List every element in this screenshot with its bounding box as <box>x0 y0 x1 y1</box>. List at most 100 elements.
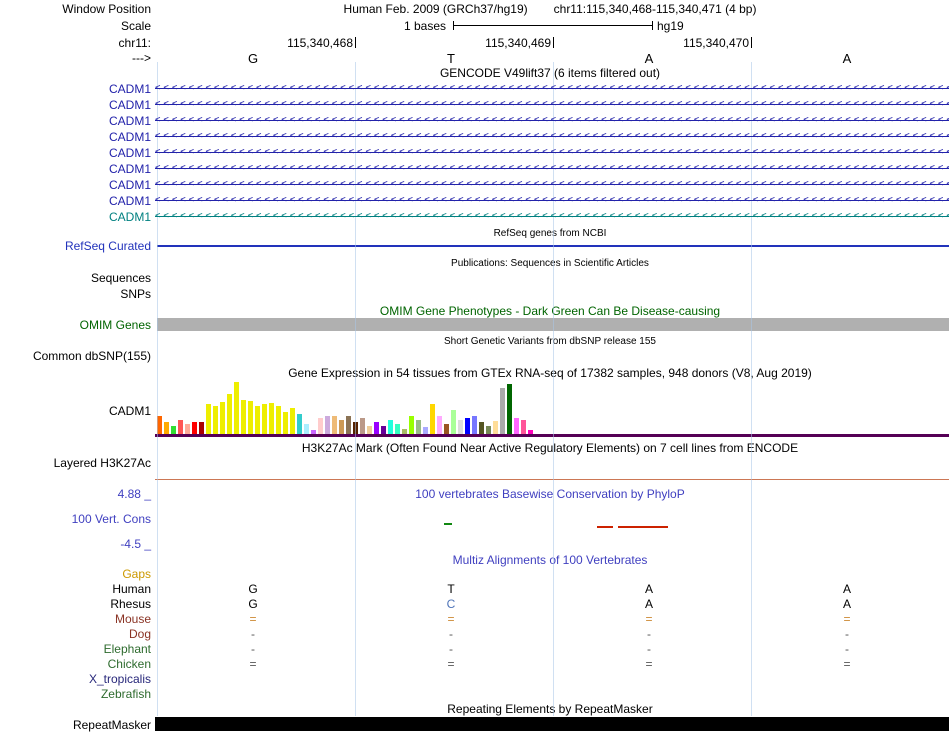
gtex-tissue-bar[interactable] <box>255 406 260 434</box>
gtex-tissue-bar[interactable] <box>304 424 309 434</box>
ruler-coordinate: 115,340,470 <box>683 36 749 50</box>
repeatmasker-label[interactable]: RepeatMasker <box>0 718 151 732</box>
multiz-base: - <box>647 642 651 656</box>
gtex-tissue-bar[interactable] <box>178 420 183 434</box>
multiz-species-label[interactable]: Mouse <box>0 612 151 626</box>
gtex-tissue-bar[interactable] <box>234 382 239 434</box>
gtex-tissue-bar[interactable] <box>332 416 337 434</box>
publications-track-title: Publications: Sequences in Scientific Ar… <box>451 258 649 269</box>
phylop-mark <box>618 526 668 528</box>
gtex-tissue-bar[interactable] <box>493 421 498 434</box>
snps-label[interactable]: SNPs <box>0 287 151 301</box>
gtex-tissue-bar[interactable] <box>213 406 218 434</box>
gtex-tissue-bar[interactable] <box>521 420 526 434</box>
gencode-transcript-row[interactable]: <<<<<<<<<<<<<<<<<<<<<<<<<<<<<<<<<<<<<<<<… <box>155 129 949 144</box>
gtex-tissue-bar[interactable] <box>290 408 295 434</box>
gtex-bar-chart[interactable] <box>157 380 533 434</box>
scale-value: 1 bases <box>403 19 446 33</box>
gencode-transcript-label[interactable]: CADM1 <box>0 146 151 160</box>
gtex-tissue-bar[interactable] <box>465 418 470 434</box>
phylop-mark <box>597 526 613 528</box>
multiz-species-label[interactable]: Chicken <box>0 657 151 671</box>
gencode-transcript-row[interactable]: <<<<<<<<<<<<<<<<<<<<<<<<<<<<<<<<<<<<<<<<… <box>155 209 949 224</box>
gtex-tissue-bar[interactable] <box>248 401 253 434</box>
gtex-tissue-bar[interactable] <box>339 420 344 434</box>
gtex-tissue-bar[interactable] <box>416 420 421 434</box>
gencode-transcript-label[interactable]: CADM1 <box>0 162 151 176</box>
gencode-transcript-row[interactable]: <<<<<<<<<<<<<<<<<<<<<<<<<<<<<<<<<<<<<<<<… <box>155 177 949 192</box>
gtex-tissue-bar[interactable] <box>262 404 267 434</box>
gtex-tissue-bar[interactable] <box>192 422 197 434</box>
omim-genes-label[interactable]: OMIM Genes <box>0 318 151 332</box>
gtex-tissue-bar[interactable] <box>423 427 428 434</box>
gtex-tissue-bar[interactable] <box>388 420 393 434</box>
gencode-transcript-label[interactable]: CADM1 <box>0 130 151 144</box>
gtex-tissue-bar[interactable] <box>472 416 477 434</box>
multiz-species-label[interactable]: Gaps <box>0 567 151 581</box>
gtex-gene-label[interactable]: CADM1 <box>0 404 151 418</box>
gtex-tissue-bar[interactable] <box>486 426 491 434</box>
gtex-tissue-bar[interactable] <box>395 424 400 434</box>
h3k27ac-label[interactable]: Layered H3K27Ac <box>0 456 151 470</box>
gtex-tissue-bar[interactable] <box>318 418 323 434</box>
gencode-transcript-row[interactable]: <<<<<<<<<<<<<<<<<<<<<<<<<<<<<<<<<<<<<<<<… <box>155 81 949 96</box>
gtex-tissue-bar[interactable] <box>444 424 449 434</box>
gtex-tissue-bar[interactable] <box>164 422 169 434</box>
ruler-tick <box>553 37 554 48</box>
h3k27ac-signal-line[interactable] <box>155 479 949 480</box>
multiz-base: = <box>249 657 257 671</box>
gtex-tissue-bar[interactable] <box>297 414 302 434</box>
gtex-tissue-bar[interactable] <box>171 426 176 434</box>
gtex-tissue-bar[interactable] <box>500 388 505 434</box>
gtex-tissue-bar[interactable] <box>185 424 190 434</box>
gtex-tissue-bar[interactable] <box>360 418 365 434</box>
gencode-transcript-row[interactable]: <<<<<<<<<<<<<<<<<<<<<<<<<<<<<<<<<<<<<<<<… <box>155 113 949 128</box>
gencode-transcript-label[interactable]: CADM1 <box>0 114 151 128</box>
phylop-track-label[interactable]: 100 Vert. Cons <box>0 512 151 526</box>
gtex-tissue-bar[interactable] <box>374 422 379 434</box>
gtex-tissue-bar[interactable] <box>430 404 435 434</box>
multiz-species-label[interactable]: Rhesus <box>0 597 151 611</box>
gtex-tissue-bar[interactable] <box>283 412 288 434</box>
gencode-transcript-label[interactable]: CADM1 <box>0 178 151 192</box>
gtex-tissue-bar[interactable] <box>367 426 372 434</box>
phylop-min-value: -4.5 _ <box>120 537 151 551</box>
gencode-transcript-row[interactable]: <<<<<<<<<<<<<<<<<<<<<<<<<<<<<<<<<<<<<<<<… <box>155 145 949 160</box>
multiz-base: A <box>842 597 851 611</box>
gtex-tissue-bar[interactable] <box>451 410 456 434</box>
gtex-tissue-bar[interactable] <box>220 402 225 434</box>
gencode-transcript-row[interactable]: <<<<<<<<<<<<<<<<<<<<<<<<<<<<<<<<<<<<<<<<… <box>155 193 949 208</box>
gencode-transcript-label[interactable]: CADM1 <box>0 98 151 112</box>
gtex-tissue-bar[interactable] <box>199 422 204 434</box>
multiz-species-label[interactable]: X_tropicalis <box>0 672 151 686</box>
gencode-transcript-label[interactable]: CADM1 <box>0 210 151 224</box>
gtex-tissue-bar[interactable] <box>409 416 414 434</box>
gencode-transcript-label[interactable]: CADM1 <box>0 82 151 96</box>
multiz-species-label[interactable]: Elephant <box>0 642 151 656</box>
multiz-species-label[interactable]: Dog <box>0 627 151 641</box>
gtex-tissue-bar[interactable] <box>241 400 246 434</box>
gtex-tissue-bar[interactable] <box>269 403 274 434</box>
dbsnp-label[interactable]: Common dbSNP(155) <box>0 349 151 363</box>
gencode-transcript-row[interactable]: <<<<<<<<<<<<<<<<<<<<<<<<<<<<<<<<<<<<<<<<… <box>155 161 949 176</box>
refseq-curated-label[interactable]: RefSeq Curated <box>0 239 151 253</box>
multiz-species-label[interactable]: Human <box>0 582 151 596</box>
gtex-tissue-bar[interactable] <box>514 418 519 434</box>
phylop-max-value: 4.88 _ <box>117 487 151 501</box>
gtex-tissue-bar[interactable] <box>479 422 484 434</box>
gencode-transcript-row[interactable]: <<<<<<<<<<<<<<<<<<<<<<<<<<<<<<<<<<<<<<<<… <box>155 97 949 112</box>
assembly-title: Human Feb. 2009 (GRCh37/hg19) <box>343 2 528 16</box>
gtex-tissue-bar[interactable] <box>507 384 512 434</box>
gtex-tissue-bar[interactable] <box>346 416 351 434</box>
gtex-tissue-bar[interactable] <box>381 426 386 434</box>
repeatmasker-track[interactable] <box>155 717 949 731</box>
gtex-tissue-bar[interactable] <box>325 416 330 434</box>
sequences-label[interactable]: Sequences <box>0 271 151 285</box>
gtex-tissue-bar[interactable] <box>206 404 211 434</box>
gtex-tissue-bar[interactable] <box>276 406 281 434</box>
gtex-tissue-bar[interactable] <box>437 416 442 434</box>
gtex-tissue-bar[interactable] <box>227 394 232 434</box>
gtex-tissue-bar[interactable] <box>458 420 463 434</box>
gencode-transcript-label[interactable]: CADM1 <box>0 194 151 208</box>
multiz-species-label[interactable]: Zebrafish <box>0 687 151 701</box>
